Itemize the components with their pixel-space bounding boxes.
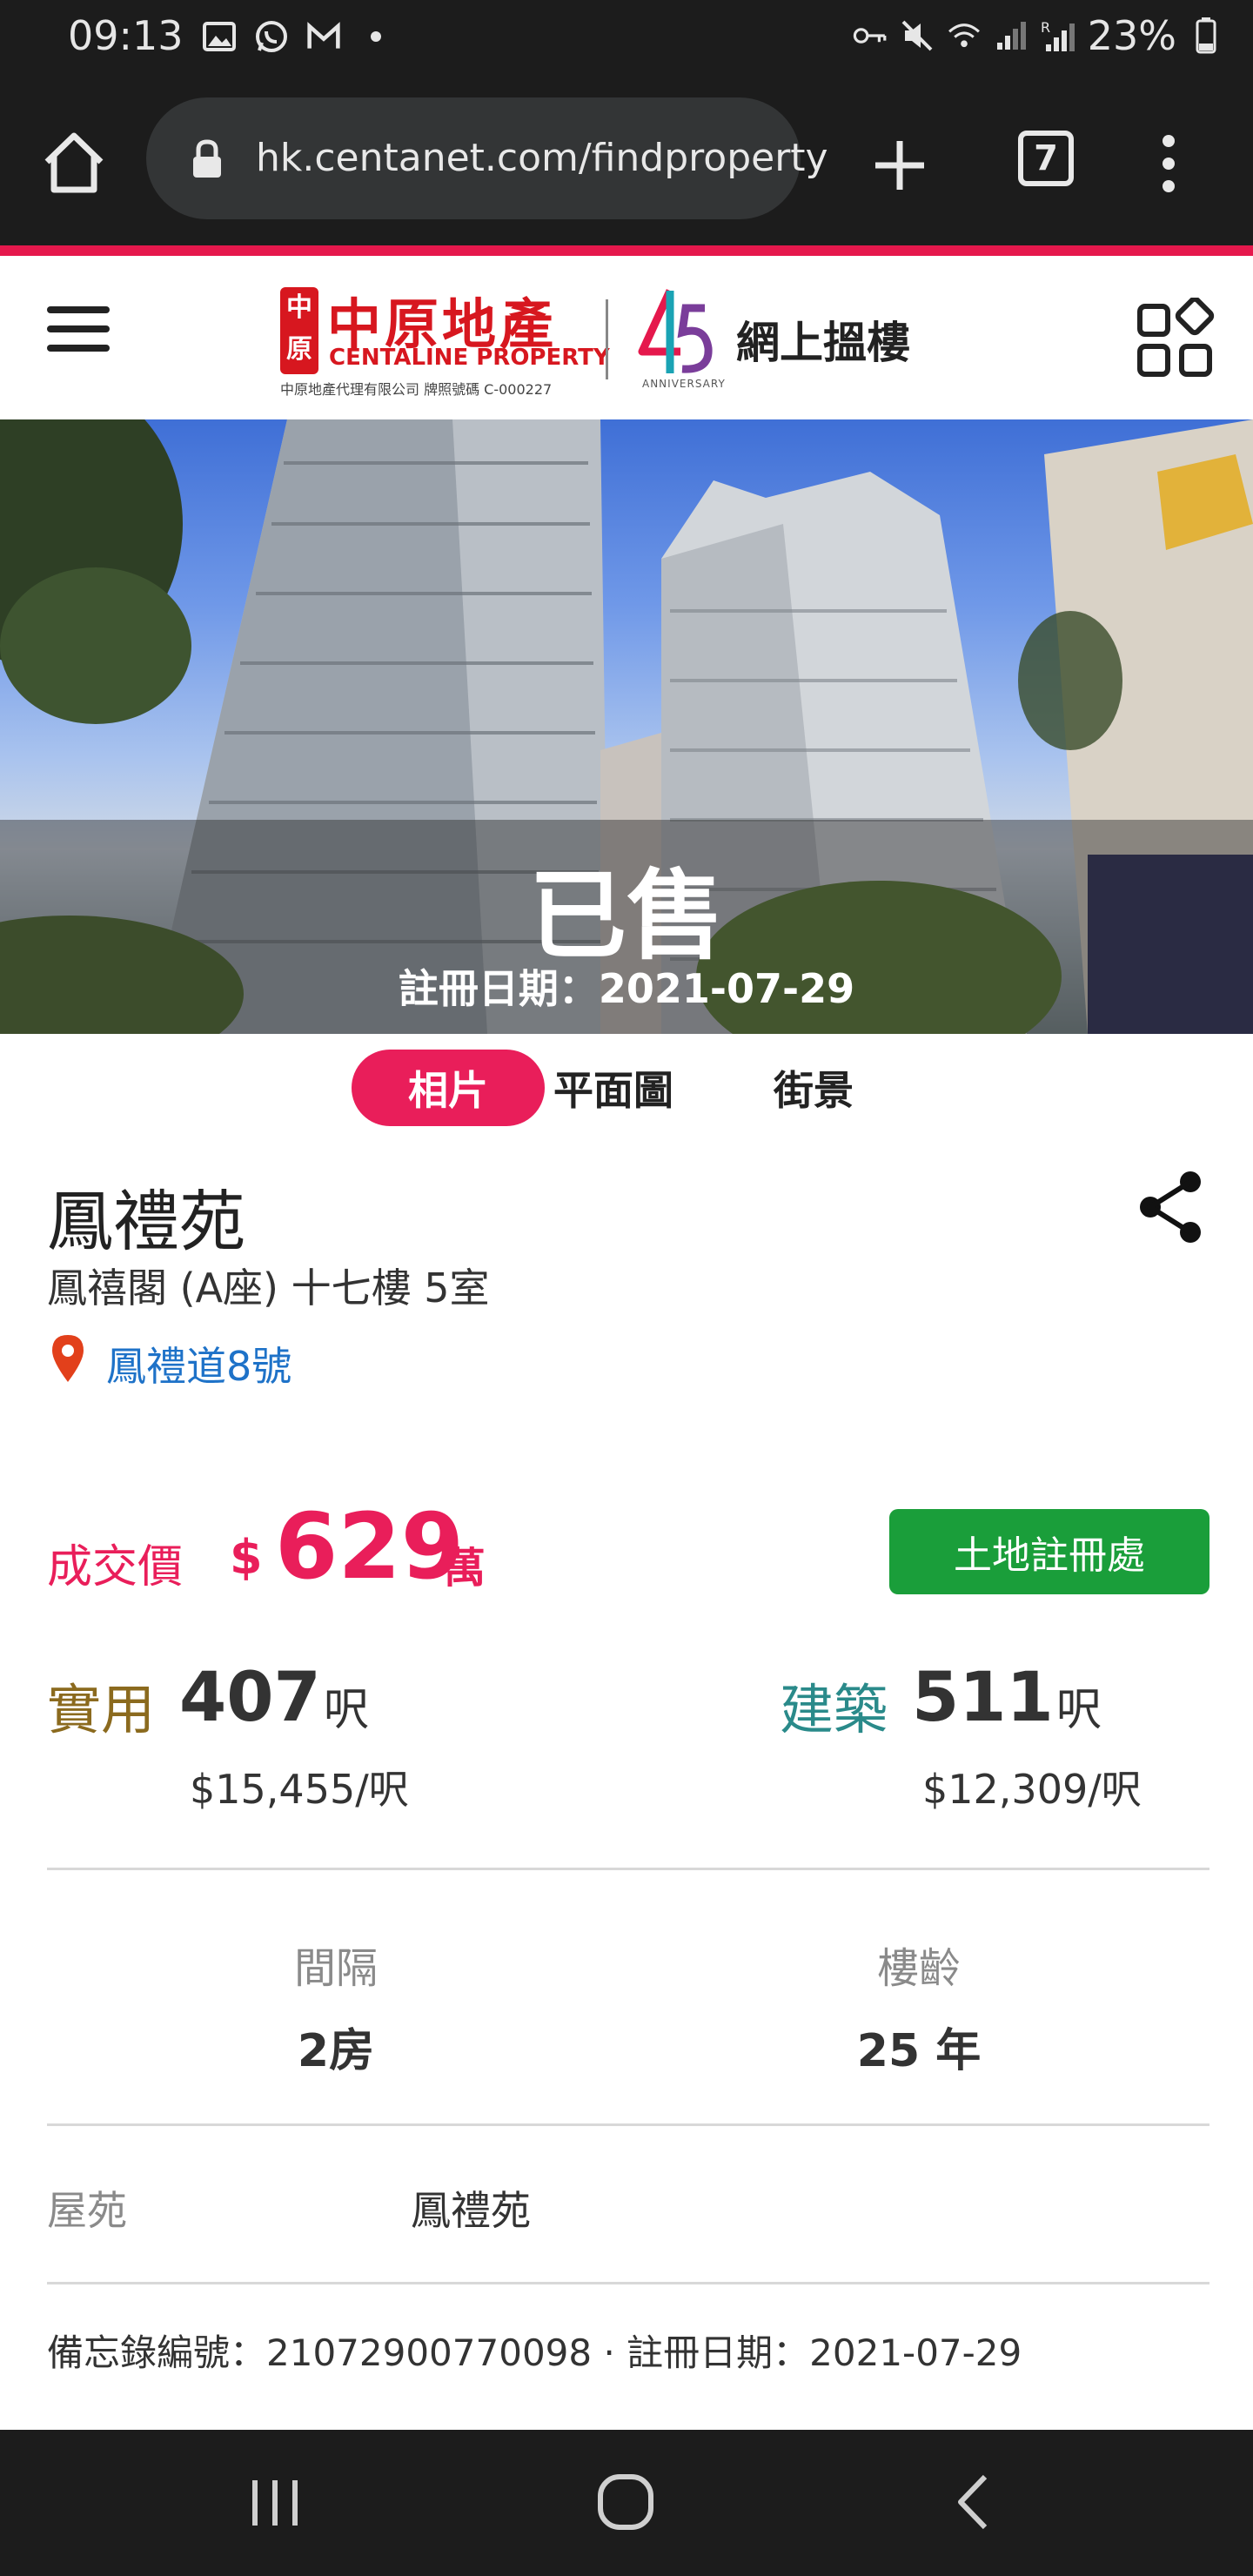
logo-license: 中原地產代理有限公司 牌照號碼 C-000227 bbox=[280, 381, 553, 398]
media-tabs: 相片 平面圖 街景 bbox=[0, 1050, 1253, 1130]
centaline-logo-mark: 中原 bbox=[280, 287, 318, 374]
estate-label: 屋苑 bbox=[47, 2187, 127, 2234]
apps-grid-icon[interactable] bbox=[1136, 296, 1216, 378]
layout-label: 間隔 bbox=[293, 1944, 378, 1993]
divider bbox=[47, 2282, 1209, 2284]
battery-icon bbox=[1189, 17, 1223, 54]
hero-registration-date: 註冊日期：2021-07-29 bbox=[398, 965, 855, 1012]
url-bar[interactable]: hk.centanet.com/findproperty bbox=[146, 97, 828, 219]
system-home-button[interactable] bbox=[597, 2473, 654, 2531]
building-age-value: 25 年 bbox=[856, 2025, 982, 2077]
status-bar: 09:13 R 23% bbox=[0, 0, 1253, 77]
mute-icon bbox=[900, 18, 935, 53]
tab-photos[interactable]: 相片 bbox=[352, 1050, 545, 1126]
browser-home-button[interactable] bbox=[40, 129, 108, 197]
logo-divider bbox=[606, 299, 608, 379]
building-age-label: 樓齡 bbox=[876, 1944, 961, 1993]
plus-icon bbox=[875, 141, 924, 190]
gmail-icon bbox=[306, 19, 341, 54]
gross-area-label: 建築 bbox=[780, 1678, 888, 1741]
gallery-icon bbox=[202, 19, 237, 54]
anniversary-label: ANNIVERSARY bbox=[642, 378, 726, 390]
browser-toolbar: hk.centanet.com/findproperty 7 bbox=[0, 77, 1253, 245]
system-nav-bar bbox=[0, 2430, 1253, 2576]
divider bbox=[47, 1868, 1209, 1870]
price-label: 成交價 bbox=[47, 1541, 184, 1593]
estate-value[interactable]: 鳳禮苑 bbox=[411, 2179, 531, 2237]
back-chevron-icon bbox=[958, 2474, 988, 2530]
status-time: 09:13 bbox=[68, 12, 184, 59]
layout-value: 2房 bbox=[297, 2025, 375, 2077]
hamburger-menu-icon[interactable] bbox=[47, 306, 110, 355]
svg-text:R: R bbox=[1041, 19, 1050, 36]
browser-menu-button[interactable] bbox=[1154, 129, 1183, 198]
home-circle-icon bbox=[598, 2474, 653, 2530]
url-text: hk.centanet.com/findproperty bbox=[256, 136, 828, 180]
more-vert-icon bbox=[1163, 135, 1175, 192]
battery-percent: 23% bbox=[1087, 12, 1176, 59]
wifi-icon bbox=[947, 18, 982, 53]
saleable-area-label: 實用 bbox=[47, 1678, 156, 1741]
price-value: 629 bbox=[275, 1493, 465, 1600]
saleable-area-value: 407 bbox=[179, 1659, 321, 1737]
tab-street-view[interactable]: 街景 bbox=[755, 1050, 872, 1126]
home-icon bbox=[44, 132, 104, 193]
new-tab-button[interactable] bbox=[867, 132, 933, 198]
tab-floor-plan[interactable]: 平面圖 bbox=[541, 1050, 686, 1126]
gross-area-unit: 呎 bbox=[1056, 1684, 1102, 1736]
recent-apps-icon bbox=[252, 2480, 298, 2526]
accent-divider bbox=[0, 245, 1253, 256]
land-registry-button[interactable]: 土地註冊處 bbox=[889, 1509, 1209, 1594]
lock-icon bbox=[190, 139, 224, 179]
saleable-area-unit: 呎 bbox=[324, 1684, 370, 1736]
signal-r-icon: R bbox=[1041, 18, 1075, 53]
location-pin-icon bbox=[52, 1335, 84, 1384]
signal-icon bbox=[994, 18, 1029, 53]
site-header: 中原 中原地產 CENTALINE PROPERTY 中原地產代理有限公司 牌照… bbox=[0, 256, 1253, 419]
gross-area-value: 511 bbox=[912, 1659, 1054, 1737]
divider bbox=[47, 2123, 1209, 2126]
vpn-key-icon bbox=[853, 18, 888, 53]
property-address: 鳳禧閣 (A座) 十七樓 5室 bbox=[47, 1265, 490, 1311]
street-address-link[interactable]: 鳳禮道8號 bbox=[106, 1335, 291, 1392]
memo-registration-info: 備忘錄編號：21072900770098 · 註冊日期：2021-07-29 bbox=[47, 2331, 1022, 2374]
site-title: 網上搵樓 bbox=[736, 318, 910, 368]
share-icon[interactable] bbox=[1136, 1170, 1206, 1244]
property-photo[interactable]: 已售 註冊日期：2021-07-29 bbox=[0, 419, 1253, 1034]
saleable-price-per-ft: $15,455/呎 bbox=[190, 1766, 409, 1813]
gross-price-per-ft: $12,309/呎 bbox=[922, 1766, 1142, 1813]
price-unit: 萬 bbox=[444, 1544, 486, 1593]
recent-apps-button[interactable] bbox=[249, 2479, 301, 2527]
dot-icon bbox=[358, 19, 393, 54]
system-back-button[interactable] bbox=[955, 2473, 990, 2531]
tab-switcher-button[interactable]: 7 bbox=[1018, 131, 1074, 186]
property-name: 鳳禮苑 bbox=[47, 1183, 245, 1260]
price-currency: $ bbox=[230, 1530, 263, 1585]
logo-english: CENTALINE PROPERTY bbox=[329, 345, 610, 371]
anniversary-45-icon bbox=[635, 282, 722, 386]
whatsapp-icon bbox=[254, 19, 289, 54]
